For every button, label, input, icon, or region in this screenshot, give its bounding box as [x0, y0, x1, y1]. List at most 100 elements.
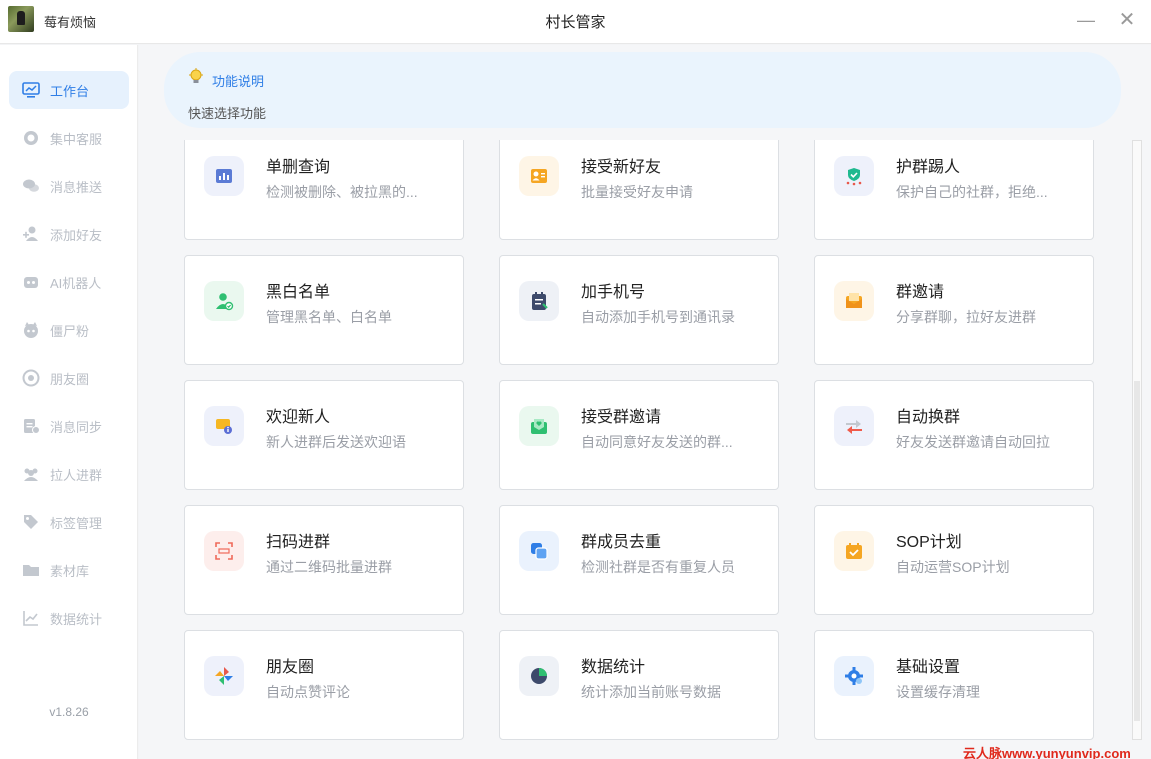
heart-mail-icon	[519, 406, 559, 446]
feature-card-11[interactable]: 群成员去重检测社群是否有重复人员	[499, 505, 779, 615]
feature-card-8[interactable]: 接受群邀请自动同意好友发送的群...	[499, 380, 779, 490]
scan-code-icon	[204, 531, 244, 571]
sidebar-item-label: 消息推送	[50, 179, 103, 195]
sidebar-item-label: 素材库	[50, 563, 90, 579]
sidebar-item-6[interactable]: 僵尸粉	[9, 311, 129, 349]
group-icon	[24, 468, 38, 481]
sidebar-item-label: 集中客服	[50, 131, 103, 147]
sidebar-item-label: 添加好友	[50, 227, 103, 243]
feature-card-5[interactable]: 加手机号自动添加手机号到通讯录	[499, 255, 779, 365]
feature-description: 自动同意好友发送的群...	[581, 434, 733, 450]
feature-description: 管理黑名单、白名单	[266, 309, 392, 325]
feature-card-12[interactable]: SOP计划自动运营SOP计划	[814, 505, 1094, 615]
feature-description: 通过二维码批量进群	[266, 559, 392, 575]
calendar-check-icon	[834, 531, 874, 571]
feature-title: 基础设置	[896, 659, 961, 676]
sidebar-item-9[interactable]: 拉人进群	[9, 455, 129, 493]
feature-title: 扫码进群	[266, 534, 331, 551]
sidebar-item-7[interactable]: 朋友圈	[9, 359, 129, 397]
scrollbar[interactable]	[1132, 140, 1142, 740]
feature-description: 新人进群后发送欢迎语	[266, 434, 406, 450]
minimize-icon[interactable]: —	[1074, 8, 1098, 32]
feature-title: 接受群邀请	[581, 409, 662, 426]
feature-description: 好友发送群邀请自动回拉	[896, 434, 1050, 450]
feature-description: 检测被删除、被拉黑的...	[266, 184, 418, 200]
feature-title: 加手机号	[581, 284, 646, 301]
envelope-icon	[834, 281, 874, 321]
zombie-icon	[24, 322, 38, 338]
chat-bubbles-icon	[23, 179, 39, 192]
user-check-icon	[204, 281, 244, 321]
pie-chart-icon	[519, 656, 559, 696]
title-bar: 莓有烦恼 村长管家 — ✕	[0, 0, 1151, 44]
welcome-chat-icon	[204, 406, 244, 446]
close-icon[interactable]: ✕	[1115, 8, 1139, 32]
main-content: 功能说明 快速选择功能 单删查询检测被删除、被拉黑的... 接受新好友批量接受好友…	[139, 45, 1151, 759]
feature-card-13[interactable]: 朋友圈 自动点赞评论	[184, 630, 464, 740]
sidebar-item-4[interactable]: 添加好友	[9, 215, 129, 253]
feature-title: 接受新好友	[581, 159, 662, 176]
feature-card-10[interactable]: 扫码进群通过二维码批量进群	[184, 505, 464, 615]
feature-description: 自动点赞评论	[266, 684, 350, 700]
feature-title: SOP计划	[896, 534, 962, 551]
sidebar-item-label: 消息同步	[50, 419, 103, 435]
notice-title: 功能说明	[212, 74, 265, 89]
sidebar-item-12[interactable]: 数据统计	[9, 599, 129, 637]
feature-card-4[interactable]: 黑白名单管理黑名单、白名单	[184, 255, 464, 365]
feature-grid: 单删查询 检测被删除、被拉黑的... 接受新好友 批量接受好友申请 护群踢人 保护自己的社…	[184, 140, 1094, 740]
sidebar-item-2[interactable]: 集中客服	[9, 119, 129, 157]
notepad-icon	[519, 281, 559, 321]
feature-title: 自动换群	[896, 409, 961, 426]
monitor-chart-icon	[22, 82, 40, 98]
feature-title: 朋友圈	[266, 659, 315, 676]
watermark: 云人脉www.yunyunvip.com	[963, 746, 1131, 759]
robot-icon	[24, 277, 38, 288]
lightbulb-icon	[189, 68, 203, 83]
feature-card-2[interactable]: 接受新好友批量接受好友申请	[499, 140, 779, 240]
feature-description: 设置缓存清理	[896, 684, 980, 700]
feature-title: 欢迎新人	[266, 409, 331, 426]
feature-card-6[interactable]: 群邀请分享群聊，拉好友进群	[814, 255, 1094, 365]
feature-card-3[interactable]: 护群踢人 保护自己的社群，拒绝...	[814, 140, 1094, 240]
pinwheel-icon	[204, 656, 244, 696]
line-chart-icon	[23, 611, 38, 626]
feature-description: 检测社群是否有重复人员	[581, 559, 735, 575]
feature-description: 批量接受好友申请	[581, 184, 693, 200]
folder-icon	[23, 565, 39, 576]
feature-card-9[interactable]: 自动换群好友发送群邀请自动回拉	[814, 380, 1094, 490]
sidebar-item-5[interactable]: AI机器人	[9, 263, 129, 301]
feature-title: 数据统计	[581, 659, 646, 676]
sidebar-item-3[interactable]: 消息推送	[9, 167, 129, 205]
feature-card-1[interactable]: 单删查询检测被删除、被拉黑的...	[184, 140, 464, 240]
feature-title: 群成员去重	[581, 534, 662, 551]
feature-card-14[interactable]: 数据统计 统计添加当前账号数据	[499, 630, 779, 740]
feature-card-7[interactable]: 欢迎新人新人进群后发送欢迎语	[184, 380, 464, 490]
feature-description: 自动添加手机号到通讯录	[581, 309, 735, 325]
aperture-icon	[22, 369, 40, 387]
add-user-icon	[23, 226, 38, 241]
sidebar-item-10[interactable]: 标签管理	[9, 503, 129, 541]
sidebar-item-11[interactable]: 素材库	[9, 551, 129, 589]
feature-notice: 功能说明 快速选择功能	[164, 52, 1121, 128]
sidebar-item-label: 僵尸粉	[50, 323, 90, 339]
feature-title: 单删查询	[266, 159, 331, 176]
version-label: v1.8.26	[49, 705, 89, 719]
feature-description: 自动运营SOP计划	[896, 559, 1010, 575]
scrollbar-thumb[interactable]	[1134, 381, 1140, 721]
tag-icon	[24, 515, 38, 529]
feature-description: 分享群聊，拉好友进群	[896, 309, 1036, 325]
feature-card-15[interactable]: 基础设置设置缓存清理	[814, 630, 1094, 740]
sidebar-item-label: 朋友圈	[50, 371, 90, 387]
sidebar: 工作台集中客服消息推送添加好友 AI机器人僵尸粉朋友圈消息同步拉人进群标签管理素材…	[0, 45, 138, 759]
feature-title: 群邀请	[896, 284, 945, 301]
sidebar-item-label: 标签管理	[50, 515, 103, 531]
duplicate-icon	[519, 531, 559, 571]
sidebar-item-label: AI机器人	[50, 275, 102, 291]
window-title: 村长管家	[545, 14, 606, 31]
feature-title: 护群踢人	[896, 159, 961, 176]
sidebar-item-8[interactable]: 消息同步	[9, 407, 129, 445]
feature-title: 黑白名单	[266, 284, 331, 301]
shield-group-icon	[834, 156, 874, 196]
sidebar-item-1[interactable]: 工作台	[9, 71, 129, 109]
sidebar-item-label: 拉人进群	[50, 467, 103, 483]
